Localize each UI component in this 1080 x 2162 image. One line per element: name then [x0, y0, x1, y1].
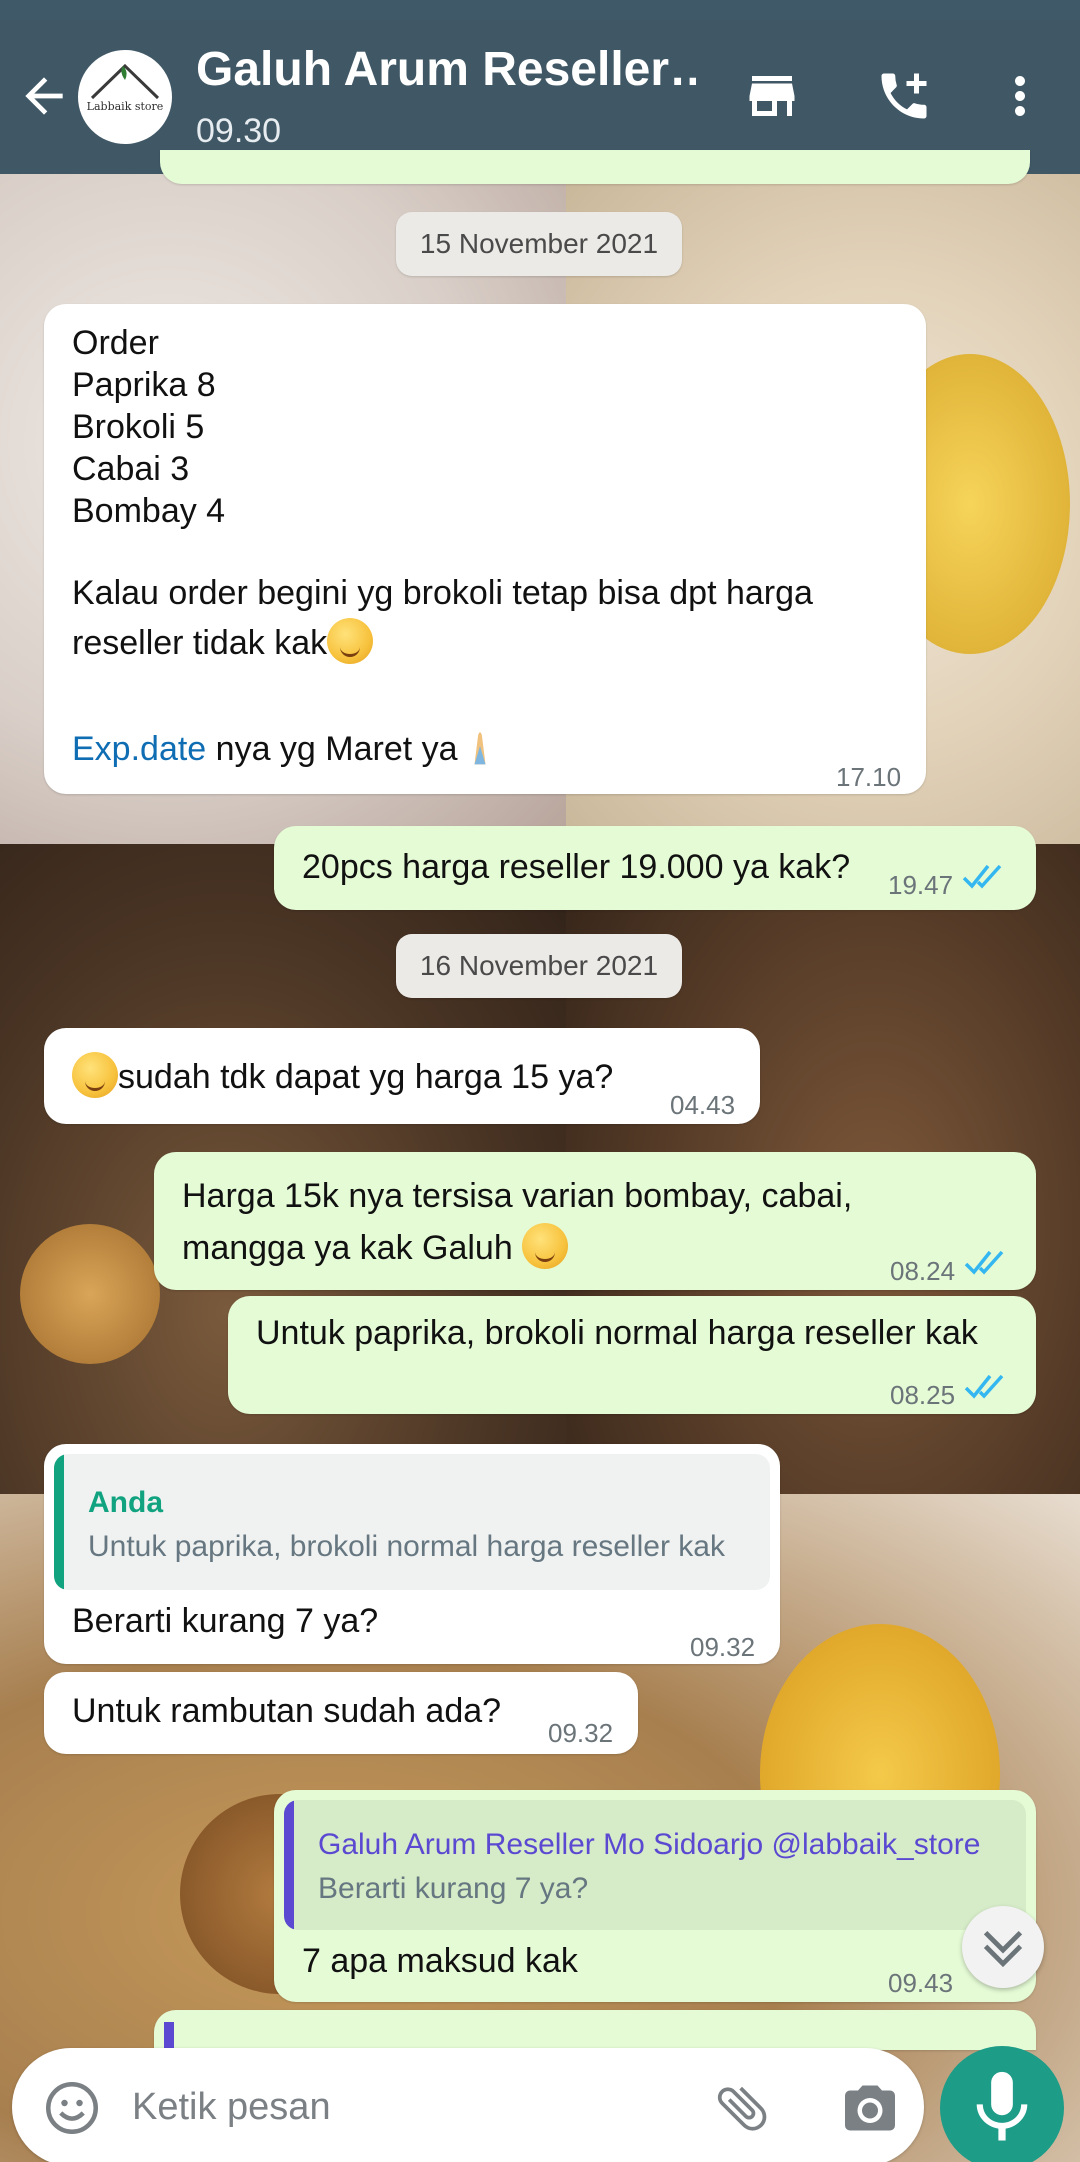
message-text: Order Paprika 8 Brokoli 5 Cabai 3 Bombay… — [72, 322, 225, 532]
chevron-double-down-icon — [983, 1930, 1023, 1968]
kissing-emoji-icon — [72, 1052, 118, 1098]
message-line: Paprika 8 — [72, 366, 216, 404]
last-seen-time: 09.30 — [196, 112, 282, 150]
incoming-message[interactable]: sudah tdk dapat yg harga 15 ya? 04.43 — [44, 1028, 760, 1124]
quote-bar — [164, 2022, 174, 2050]
quoted-sender: Anda — [88, 1486, 163, 1519]
avatar[interactable]: Labbaik store — [78, 50, 172, 144]
quoted-message[interactable]: Anda Untuk paprika, brokoli normal harga… — [54, 1454, 770, 1590]
message-line: Brokoli 5 — [72, 408, 205, 446]
status-bar — [0, 0, 1080, 20]
voice-message-button[interactable] — [940, 2046, 1064, 2162]
message-line: Harga 15k nya tersisa varian bombay, cab… — [182, 1177, 853, 1215]
date-separator: 16 November 2021 — [396, 934, 682, 998]
message-bubble-partial — [154, 2010, 1036, 2050]
microphone-icon — [976, 2071, 1028, 2141]
message-time: 04.43 — [670, 1090, 736, 1120]
store-icon[interactable] — [742, 66, 802, 126]
message-line: nya yg Maret ya — [206, 730, 458, 768]
read-ticks-icon — [964, 1250, 1004, 1275]
message-time: 09.43 — [888, 1968, 954, 1998]
camera-icon[interactable] — [840, 2078, 900, 2138]
message-text: 7 apa maksud kak — [302, 1942, 578, 1980]
quoted-text: Untuk paprika, brokoli normal harga rese… — [88, 1530, 725, 1563]
message-paragraph: Exp.date nya yg Maret ya — [72, 724, 502, 774]
message-line: Order — [72, 324, 159, 362]
wallpaper-decoration — [20, 1224, 160, 1364]
emoji-icon[interactable] — [42, 2078, 102, 2138]
date-separator: 15 November 2021 — [396, 212, 682, 276]
date-link[interactable]: Exp.date — [72, 730, 206, 768]
message-line: Bombay 4 — [72, 492, 226, 530]
message-text: Untuk rambutan sudah ada? — [72, 1692, 502, 1730]
message-bubble-partial — [160, 150, 1030, 184]
quote-bar — [54, 1454, 64, 1590]
outgoing-message[interactable]: 20pcs harga reseller 19.000 ya kak? 19.4… — [274, 826, 1036, 910]
message-composer — [12, 2048, 924, 2162]
read-ticks-icon — [964, 1374, 1004, 1399]
attach-icon[interactable] — [712, 2078, 772, 2138]
message-time: 17.10 — [836, 762, 902, 792]
smiling-emoji-icon — [522, 1223, 569, 1269]
quoted-sender: Galuh Arum Reseller Mo Sidoarjo @labbaik… — [318, 1828, 981, 1861]
incoming-message[interactable]: Untuk rambutan sudah ada? 09.32 — [44, 1672, 638, 1754]
message-time: 09.32 — [690, 1632, 756, 1662]
read-ticks-icon — [962, 864, 1002, 889]
chat-header: Labbaik store Galuh Arum Reseller… 09.30 — [0, 0, 1080, 174]
message-text: Untuk paprika, brokoli normal harga rese… — [256, 1314, 978, 1352]
message-line: Kalau order begini yg brokoli tetap bisa… — [72, 574, 813, 662]
message-time: 08.25 — [890, 1380, 956, 1410]
message-line: sudah tdk dapat yg harga 15 ya? — [118, 1058, 614, 1096]
outgoing-message[interactable]: Harga 15k nya tersisa varian bombay, cab… — [154, 1152, 1036, 1290]
quote-bar — [284, 1800, 294, 1930]
message-text: 20pcs harga reseller 19.000 ya kak? — [302, 848, 851, 886]
message-text: Harga 15k nya tersisa varian bombay, cab… — [182, 1170, 852, 1274]
message-line: Cabai 3 — [72, 450, 190, 488]
message-input[interactable] — [132, 2080, 692, 2134]
message-time: 09.32 — [548, 1718, 614, 1748]
message-text: sudah tdk dapat yg harga 15 ya? — [72, 1052, 613, 1098]
incoming-message[interactable]: Order Paprika 8 Brokoli 5 Cabai 3 Bombay… — [44, 304, 926, 794]
add-call-icon[interactable] — [874, 66, 934, 126]
message-time: 08.24 — [890, 1256, 956, 1286]
more-vert-icon[interactable] — [990, 66, 1050, 126]
incoming-message[interactable]: Anda Untuk paprika, brokoli normal harga… — [44, 1444, 780, 1664]
back-arrow-icon[interactable] — [16, 68, 72, 124]
message-paragraph: Kalau order begini yg brokoli tetap bisa… — [72, 568, 872, 668]
outgoing-message[interactable]: Untuk paprika, brokoli normal harga rese… — [228, 1296, 1036, 1414]
avatar-label: Labbaik store — [86, 100, 164, 113]
quoted-text: Berarti kurang 7 ya? — [318, 1872, 589, 1905]
quoted-message[interactable]: Galuh Arum Reseller Mo Sidoarjo @labbaik… — [284, 1800, 1026, 1930]
praying-hands-emoji-icon — [474, 732, 486, 765]
outgoing-message[interactable]: Galuh Arum Reseller Mo Sidoarjo @labbaik… — [274, 1790, 1036, 2002]
chat-title[interactable]: Galuh Arum Reseller… — [196, 42, 696, 97]
message-time: 19.47 — [888, 870, 954, 900]
scroll-to-bottom-button[interactable] — [962, 1906, 1044, 1988]
message-text: Berarti kurang 7 ya? — [72, 1602, 379, 1640]
message-line: mangga ya kak Galuh — [182, 1229, 523, 1267]
smiling-emoji-icon — [327, 618, 374, 664]
